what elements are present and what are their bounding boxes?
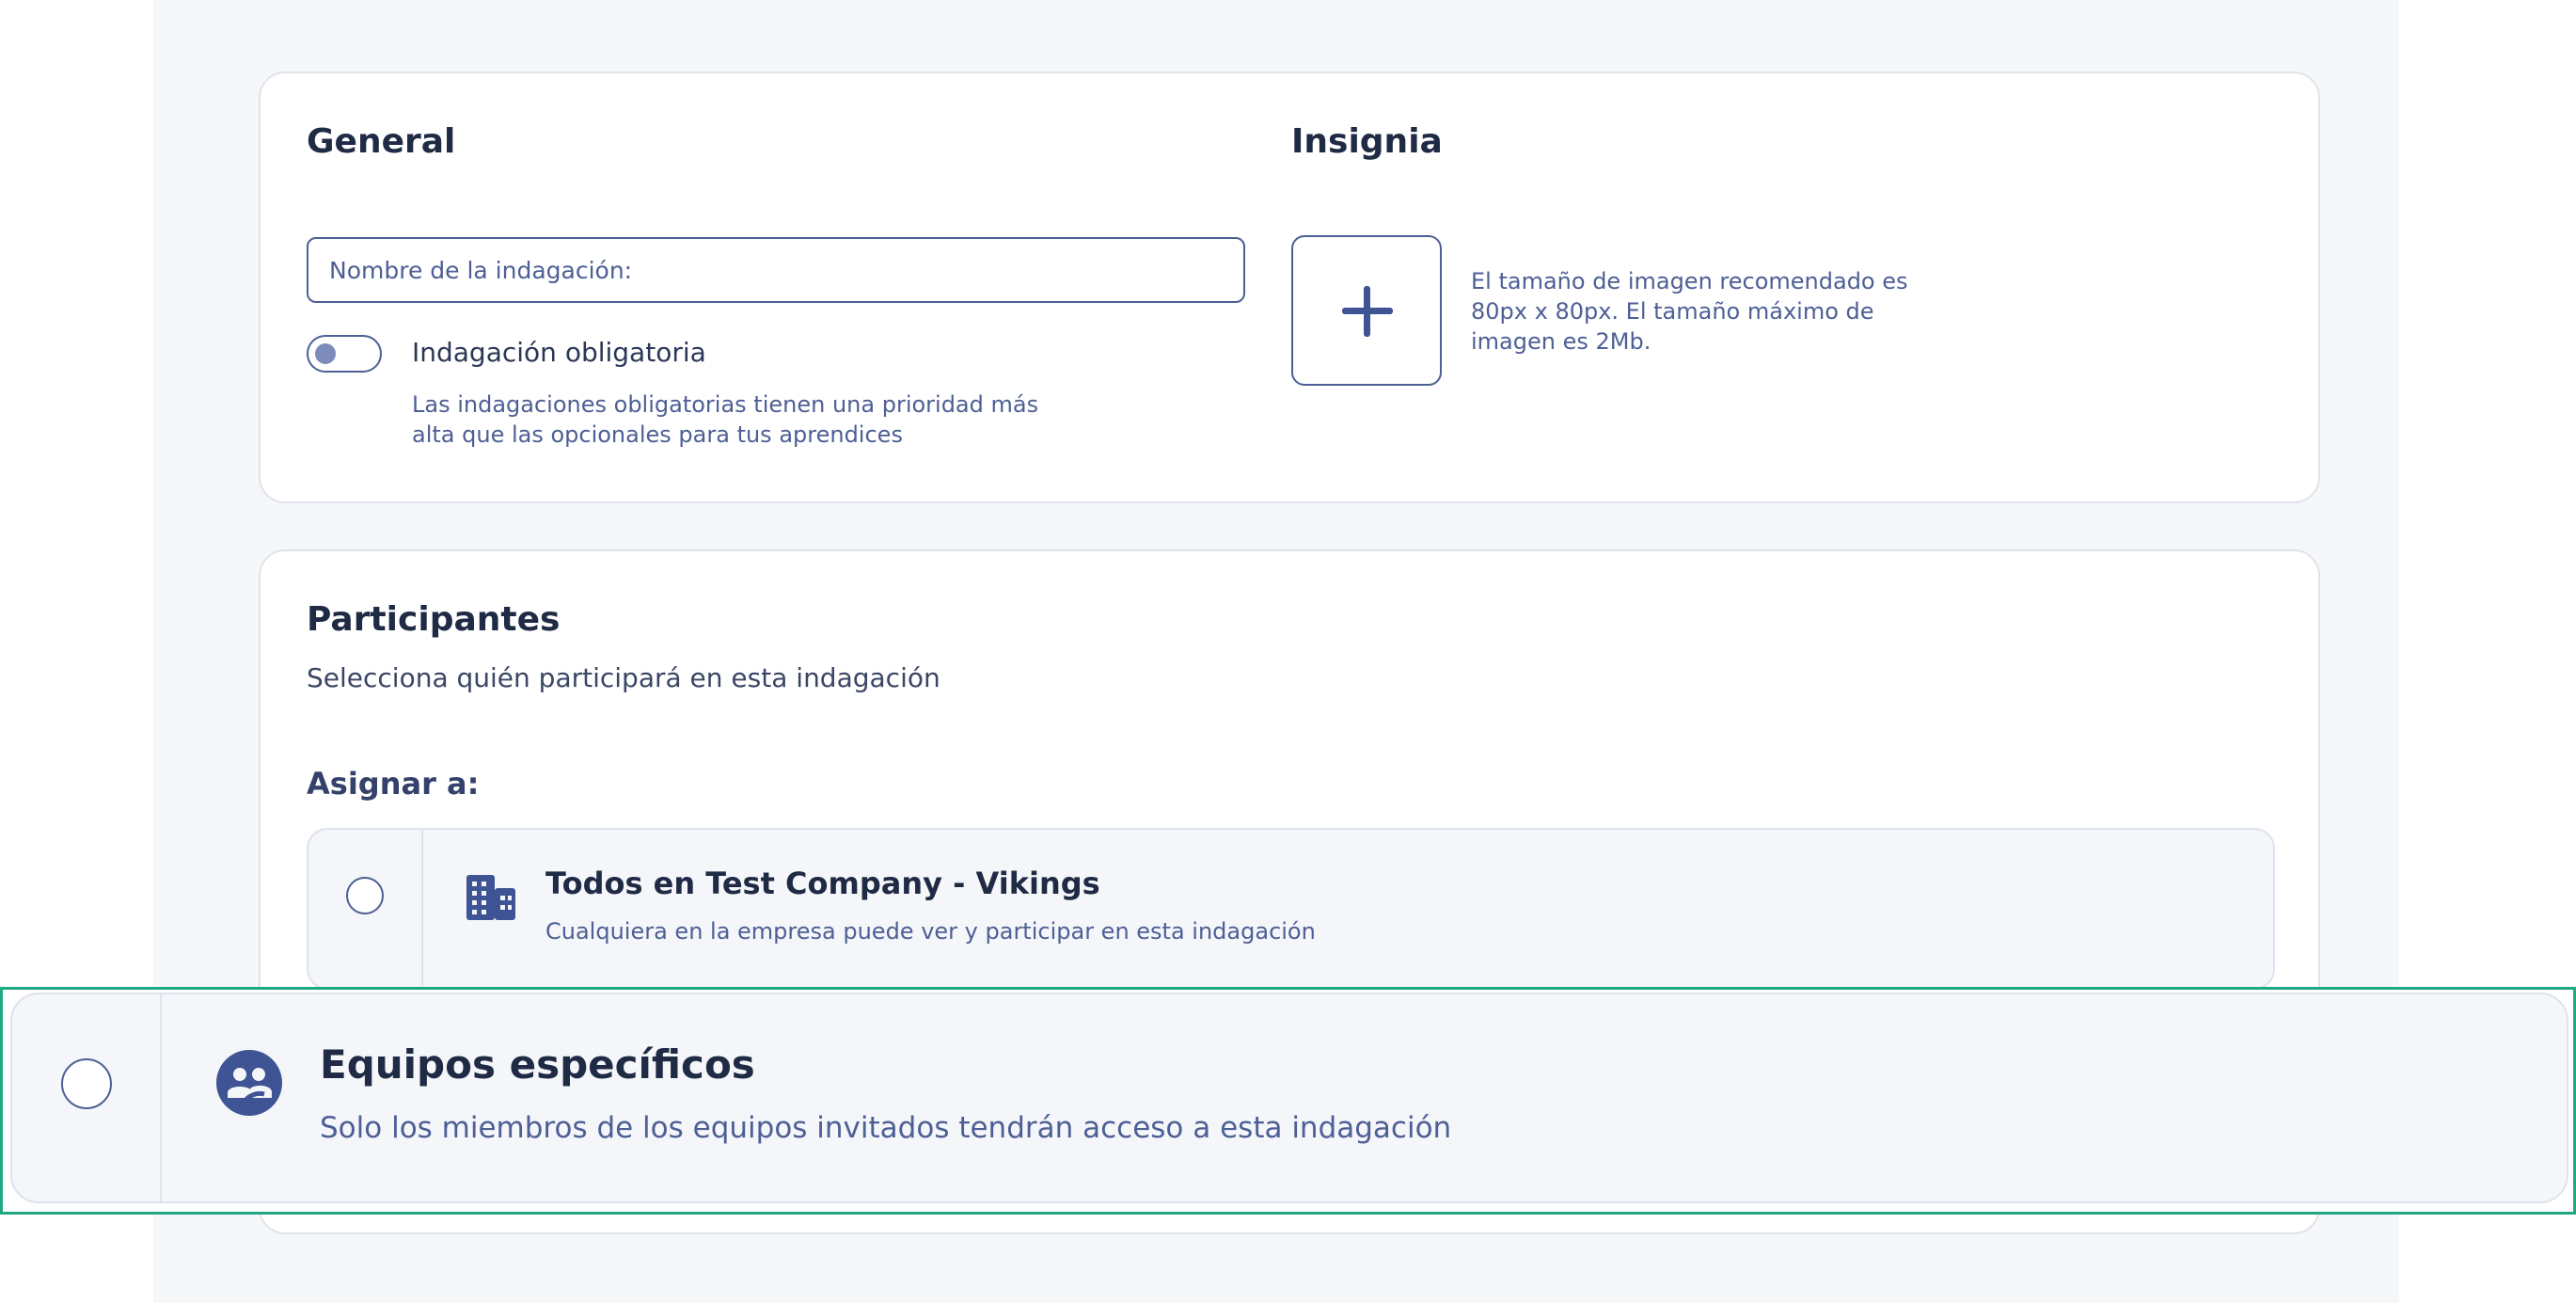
mandatory-help: Las indagaciones obligatorias tienen una… (412, 389, 1038, 450)
general-card: General Indagación obligatoria Las indag… (259, 72, 2320, 503)
survey-name-input[interactable] (307, 237, 1245, 303)
company-option-description: Cualquiera en la empresa puede ver y par… (545, 918, 1316, 945)
badge-help-line: El tamaño de imagen recomendado es (1471, 268, 1908, 294)
badge-help-line: imagen es 2Mb. (1471, 328, 1651, 355)
option-divider (421, 830, 423, 988)
option-specific-teams[interactable]: Equipos específicos Solo los miembros de… (10, 993, 2568, 1203)
participants-title: Participantes (307, 600, 561, 639)
building-icon (466, 875, 515, 920)
company-radio[interactable] (346, 877, 384, 914)
teams-radio[interactable] (61, 1058, 112, 1109)
option-company[interactable]: Todos en Test Company - Vikings Cualquie… (307, 828, 2275, 990)
company-option-title: Todos en Test Company - Vikings (545, 866, 1100, 901)
option-divider (160, 994, 162, 1201)
mandatory-label: Indagación obligatoria (412, 337, 706, 368)
participants-subtitle: Selecciona quién participará en esta ind… (307, 662, 940, 693)
badge-help: El tamaño de imagen recomendado es 80px … (1471, 266, 1908, 357)
badge-upload-button[interactable] (1291, 235, 1442, 386)
badge-title: Insignia (1291, 122, 1443, 161)
teams-option-title: Equipos específicos (320, 1041, 755, 1088)
mandatory-help-line: alta que las opcionales para tus aprendi… (412, 421, 903, 448)
mandatory-help-line: Las indagaciones obligatorias tienen una… (412, 391, 1039, 418)
teams-option-description: Solo los miembros de los equipos invitad… (320, 1111, 1452, 1145)
toggle-knob (315, 343, 336, 364)
mandatory-toggle[interactable] (307, 335, 382, 373)
general-title: General (307, 122, 456, 161)
team-icon (216, 1050, 282, 1116)
badge-help-line: 80px x 80px. El tamaño máximo de (1471, 298, 1874, 325)
assign-label: Asignar a: (307, 766, 480, 802)
plus-icon-bar (1342, 308, 1393, 314)
